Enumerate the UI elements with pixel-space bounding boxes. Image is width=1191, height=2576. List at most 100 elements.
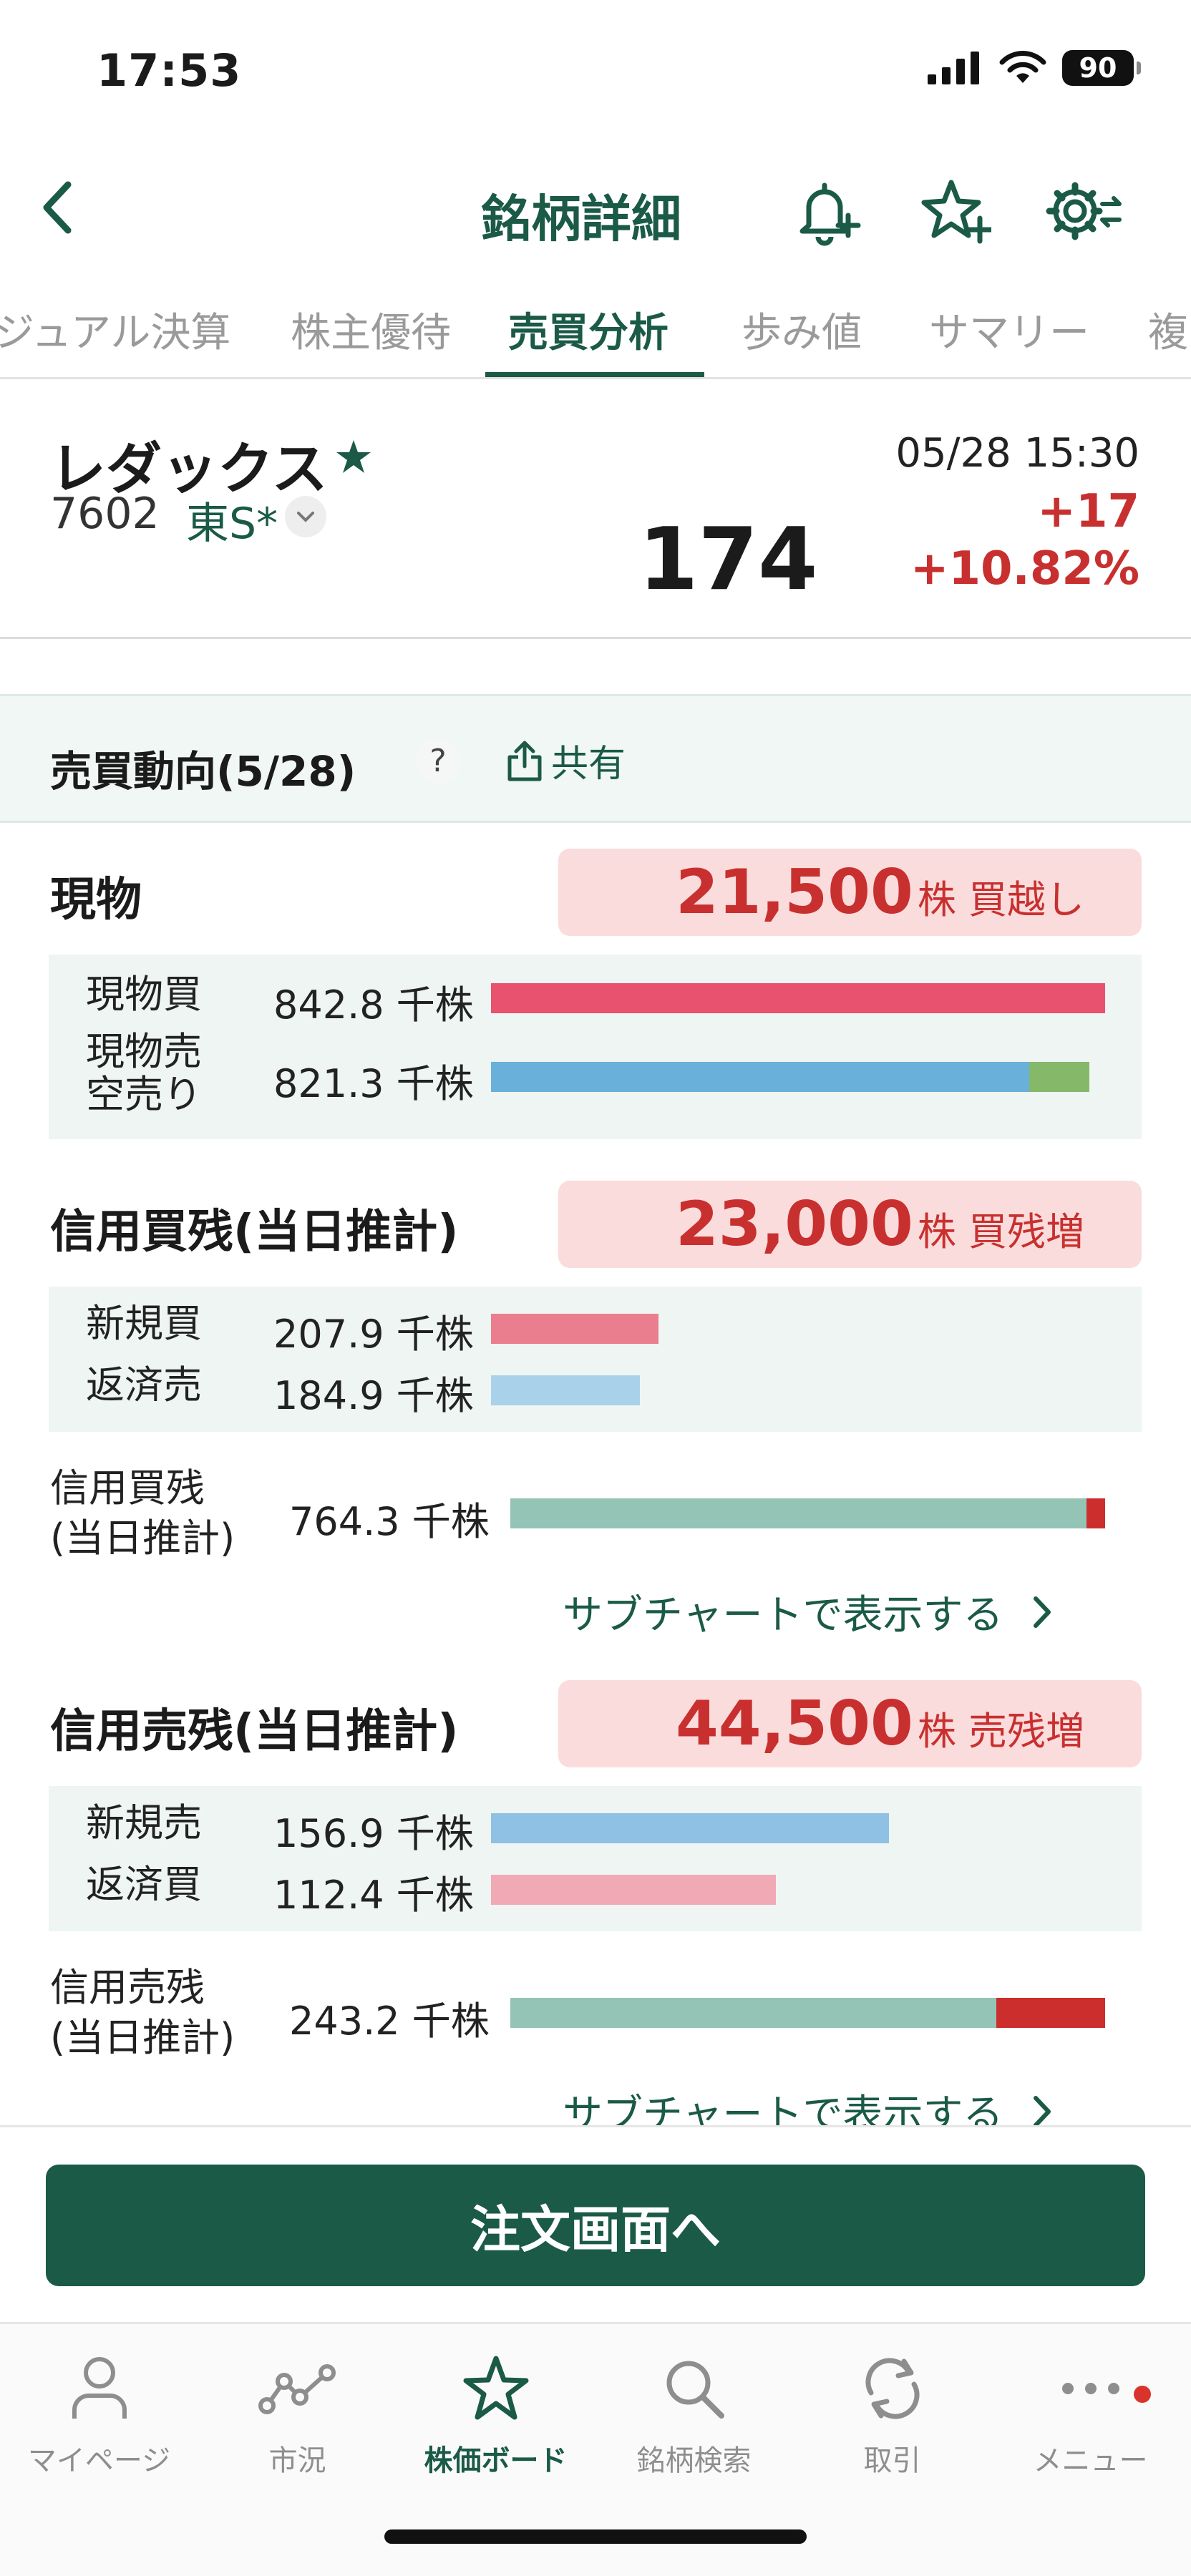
share-button[interactable]: 共有 — [505, 733, 626, 787]
margin-sell-total-bar — [510, 1998, 996, 2028]
home-indicator — [384, 2529, 807, 2544]
genbutsu-sell-bar — [491, 1062, 1029, 1092]
genbutsu-short-label: 空売り — [86, 1072, 202, 1117]
price-change-percent: +10.82% — [910, 542, 1139, 595]
chevron-right-icon — [1034, 2095, 1051, 2127]
genbutsu-sell-value: 821.3 千株 — [273, 1061, 474, 1106]
tab-visual-earnings[interactable]: ジュアル決算 — [0, 301, 230, 358]
stock-code: 7602 — [50, 489, 160, 539]
margin-buy-panel: 新規買 207.9 千株 返済売 184.9 千株 — [49, 1287, 1142, 1432]
margin-sell-badge-value: 44,500 — [675, 1688, 913, 1760]
margin-buy-subchart-link[interactable]: サブチャートで表示する — [563, 1583, 1053, 1641]
nav-stock-board[interactable]: 株価ボード — [397, 2346, 595, 2479]
nav-stock-search[interactable]: 銘柄検索 — [595, 2346, 793, 2479]
margin-sell-badge-unit: 株 売残増 — [917, 1709, 1084, 1754]
margin-new-sell-value: 156.9 千株 — [273, 1811, 474, 1856]
nav-label-stock-board: 株価ボード — [424, 2444, 568, 2477]
section-title: 売買動向(5/28) — [50, 747, 356, 796]
nav-mypage[interactable]: マイページ — [0, 2346, 198, 2479]
margin-sell-badge: 44,500 株 売残増 — [558, 1680, 1142, 1767]
help-button[interactable]: ? — [415, 738, 461, 784]
share-icon — [507, 741, 542, 781]
margin-close-buy-bar — [491, 1875, 776, 1905]
notification-dot — [1134, 2386, 1151, 2403]
margin-close-sell-bar — [491, 1375, 640, 1405]
margin-sell-increase-bar — [996, 1998, 1105, 2028]
favorite-star-icon[interactable] — [334, 437, 374, 477]
margin-buy-increase-bar — [1087, 1498, 1105, 1528]
margin-buy-title: 信用買残(当日推計) — [50, 1206, 459, 1259]
star-icon — [463, 2356, 528, 2420]
nav-label-trade: 取引 — [863, 2444, 921, 2477]
chevron-down-icon — [297, 512, 314, 522]
tab-bar: ジュアル決算 株主優待 売買分析 歩み値 サマリー 複 — [0, 286, 1191, 379]
star-plus-icon — [921, 180, 991, 244]
stock-market: 東S* — [186, 499, 278, 549]
margin-buy-badge: 23,000 株 買残増 — [558, 1181, 1142, 1268]
battery-indicator: 90 — [1062, 50, 1141, 86]
tab-shareholder-benefits[interactable]: 株主優待 — [291, 301, 451, 358]
add-alert-button[interactable] — [787, 172, 866, 250]
stock-price: 174 — [638, 510, 818, 610]
tab-tick-history[interactable]: 歩み値 — [742, 301, 862, 358]
margin-close-sell-label: 返済売 — [86, 1362, 202, 1407]
page-title: 銘柄詳細 — [481, 190, 681, 248]
stock-header: レダックス 7602 東S* 174 05/28 15:30 +17 +10.8… — [0, 381, 1191, 639]
chevron-right-icon — [1034, 1596, 1051, 1628]
status-icons: 90 — [926, 50, 1141, 86]
settings-button[interactable] — [1045, 172, 1124, 250]
margin-new-buy-value: 207.9 千株 — [273, 1312, 474, 1357]
margin-close-buy-label: 返済買 — [86, 1862, 202, 1907]
tab-summary[interactable]: サマリー — [929, 301, 1089, 358]
order-button[interactable]: 注文画面へ — [46, 2165, 1145, 2286]
more-icon — [1061, 2383, 1119, 2394]
status-bar: 17:53 90 — [0, 0, 1191, 143]
margin-new-buy-label: 新規買 — [86, 1301, 202, 1346]
margin-sell-title: 信用売残(当日推計) — [50, 1705, 459, 1758]
header: 銘柄詳細 — [0, 157, 1191, 265]
tab-trade-analysis[interactable]: 売買分析 — [508, 301, 669, 358]
margin-sell-total-label: 信用売残 — [50, 1965, 205, 2010]
market-dropdown[interactable] — [285, 496, 326, 537]
margin-close-sell-value: 184.9 千株 — [273, 1373, 474, 1418]
share-label: 共有 — [551, 743, 626, 786]
market-line-icon — [258, 2364, 336, 2414]
price-datetime: 05/28 15:30 — [895, 430, 1139, 477]
person-icon — [72, 2357, 127, 2419]
tab-active-indicator — [485, 372, 704, 377]
genbutsu-badge-unit: 株 買越し — [917, 877, 1084, 922]
nav-menu[interactable]: メニュー — [991, 2346, 1190, 2479]
margin-new-sell-bar — [491, 1813, 889, 1843]
refresh-icon — [865, 2358, 919, 2419]
nav-label-stock-search: 銘柄検索 — [636, 2444, 752, 2477]
genbutsu-badge: 21,500 株 買越し — [558, 849, 1142, 936]
trade-trend-header: 売買動向(5/28) ? 共有 — [0, 694, 1191, 823]
nav-trade[interactable]: 取引 — [793, 2346, 991, 2479]
margin-new-buy-bar — [491, 1314, 658, 1344]
search-icon — [666, 2361, 724, 2419]
margin-buy-total-bar — [510, 1498, 1087, 1528]
order-button-area: 注文画面へ — [0, 2125, 1191, 2322]
margin-close-buy-value: 112.4 千株 — [273, 1873, 474, 1918]
genbutsu-short-bar — [1029, 1062, 1089, 1092]
genbutsu-sell-label: 現物売 — [86, 1029, 202, 1074]
status-time: 17:53 — [97, 44, 242, 97]
margin-buy-total-label: 信用買残 — [50, 1465, 205, 1511]
margin-new-sell-label: 新規売 — [86, 1800, 202, 1845]
add-favorite-button[interactable] — [916, 172, 995, 250]
nav-market[interactable]: 市況 — [198, 2346, 397, 2479]
genbutsu-panel: 現物買 842.8 千株 現物売 空売り 821.3 千株 — [49, 955, 1142, 1139]
margin-buy-badge-value: 23,000 — [675, 1189, 913, 1260]
margin-buy-subchart-label: サブチャートで表示する — [563, 1592, 1003, 1639]
genbutsu-buy-bar — [491, 983, 1105, 1013]
genbutsu-buy-label: 現物買 — [86, 972, 202, 1017]
genbutsu-buy-value: 842.8 千株 — [273, 982, 474, 1028]
tab-more[interactable]: 複 — [1148, 301, 1188, 358]
wifi-icon — [999, 51, 1046, 83]
genbutsu-title: 現物 — [50, 874, 142, 927]
signal-icon — [928, 52, 979, 84]
bell-plus-icon — [799, 182, 861, 246]
margin-sell-panel: 新規売 156.9 千株 返済買 112.4 千株 — [49, 1786, 1142, 1931]
margin-sell-total-value: 243.2 千株 — [289, 1999, 490, 2044]
genbutsu-badge-value: 21,500 — [675, 857, 913, 928]
